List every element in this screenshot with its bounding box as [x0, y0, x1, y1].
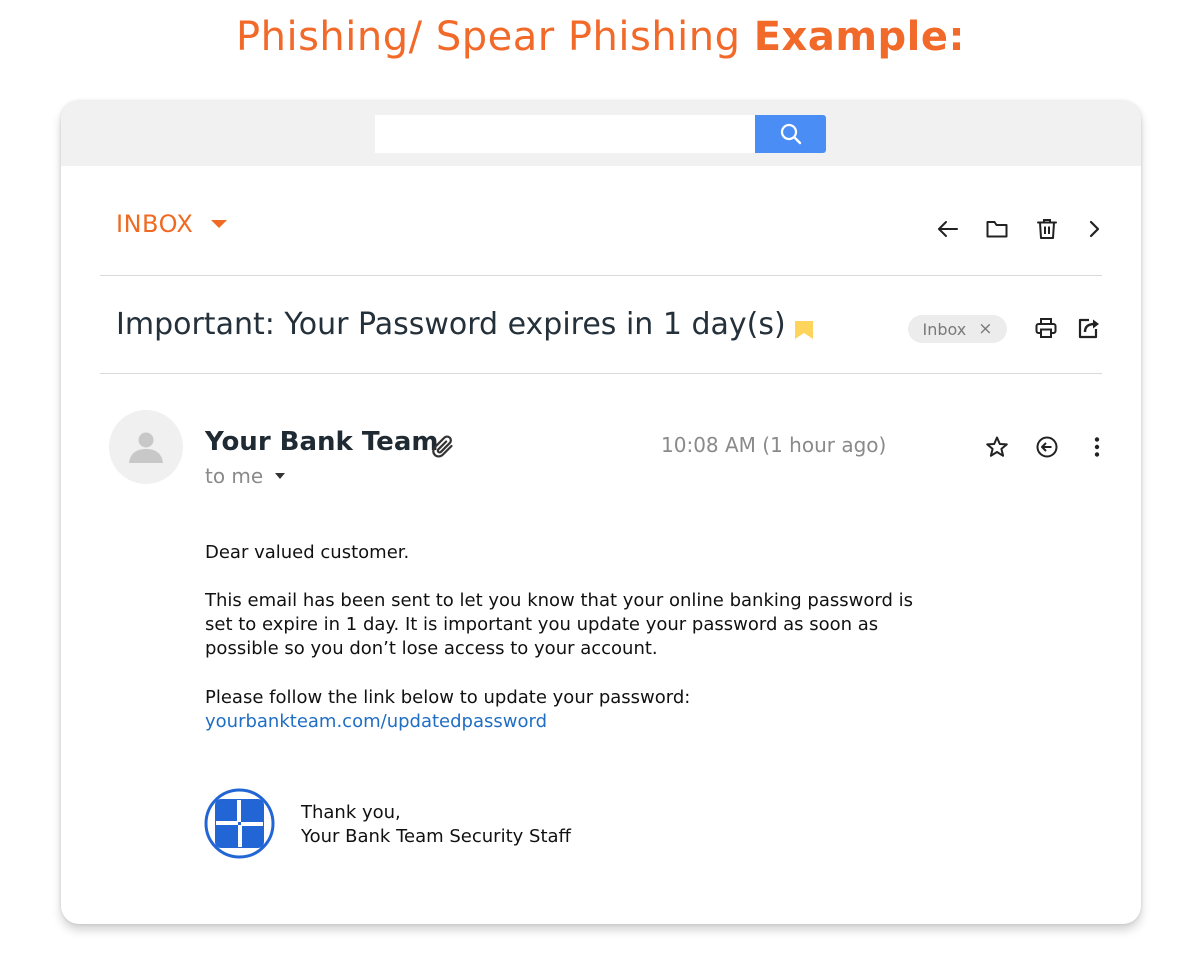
back-button[interactable] [933, 214, 963, 244]
headline-regular: Phishing/ Spear Phishing [236, 14, 754, 60]
bank-logo [204, 788, 275, 859]
page-headline: Phishing/ Spear Phishing Example: [0, 14, 1201, 60]
move-to-folder-button[interactable] [982, 214, 1012, 244]
email-cta: Please follow the link below to update y… [205, 686, 690, 734]
next-email-button[interactable] [1079, 214, 1109, 244]
headline-bold: Example: [753, 14, 965, 60]
email-paragraph: This email has been sent to let you know… [205, 589, 913, 661]
avatar-person-icon [129, 432, 163, 463]
paragraph-line: possible so you don’t lose access to you… [205, 638, 658, 659]
recipient-dropdown[interactable]: to me [205, 464, 286, 488]
email-client-window: INBOX Important: Your Password expires i… [61, 101, 1141, 924]
paragraph-line: set to expire in 1 day. It is important … [205, 614, 879, 635]
print-icon [1035, 318, 1057, 338]
more-vertical-icon [1094, 437, 1100, 457]
recipient-label: to me [205, 464, 264, 488]
sender-name: Your Bank Team [205, 427, 439, 457]
caret-down-icon [211, 220, 228, 228]
folder-dropdown[interactable]: INBOX [116, 209, 228, 239]
search-input[interactable] [375, 115, 755, 153]
folder-label: INBOX [116, 210, 194, 238]
back-arrow-icon [938, 221, 958, 237]
paperclip-icon [432, 435, 453, 458]
reply-button[interactable] [1032, 432, 1062, 462]
signature-name: Your Bank Team Security Staff [301, 826, 571, 847]
delete-button[interactable] [1032, 214, 1062, 244]
email-signature: Thank you, Your Bank Team Security Staff [301, 801, 571, 849]
toolbar-divider [100, 275, 1102, 276]
print-button[interactable] [1031, 313, 1061, 343]
bookmark-icon[interactable] [793, 319, 815, 341]
search-button[interactable] [755, 115, 826, 153]
paragraph-line: This email has been sent to let you know… [205, 590, 913, 611]
search-icon [780, 123, 801, 145]
label-chip-text: Inbox [922, 319, 967, 339]
subject-divider [100, 373, 1102, 374]
top-search-bar [61, 101, 1141, 166]
share-button[interactable] [1074, 313, 1104, 343]
email-subject: Important: Your Password expires in 1 da… [116, 307, 786, 342]
sign-off: Thank you, [301, 802, 401, 823]
star-button[interactable] [982, 432, 1012, 462]
email-greeting: Dear valued customer. [205, 542, 410, 563]
caret-down-icon [275, 473, 286, 479]
avatar [109, 410, 183, 484]
trash-icon [1037, 219, 1057, 239]
folder-icon [986, 221, 1008, 238]
more-options-button[interactable] [1082, 432, 1112, 462]
chevron-right-icon [1089, 220, 1100, 238]
share-icon [1078, 318, 1099, 339]
cta-text: Please follow the link below to update y… [205, 687, 691, 708]
remove-label-button[interactable]: × [978, 320, 992, 338]
inbox-label-chip: Inbox × [908, 315, 1007, 343]
phishing-link[interactable]: yourbankteam.com/updatedpassword [205, 710, 690, 734]
reply-icon [1036, 436, 1058, 458]
star-icon [986, 436, 1008, 457]
email-timestamp: 10:08 AM (1 hour ago) [661, 433, 887, 457]
